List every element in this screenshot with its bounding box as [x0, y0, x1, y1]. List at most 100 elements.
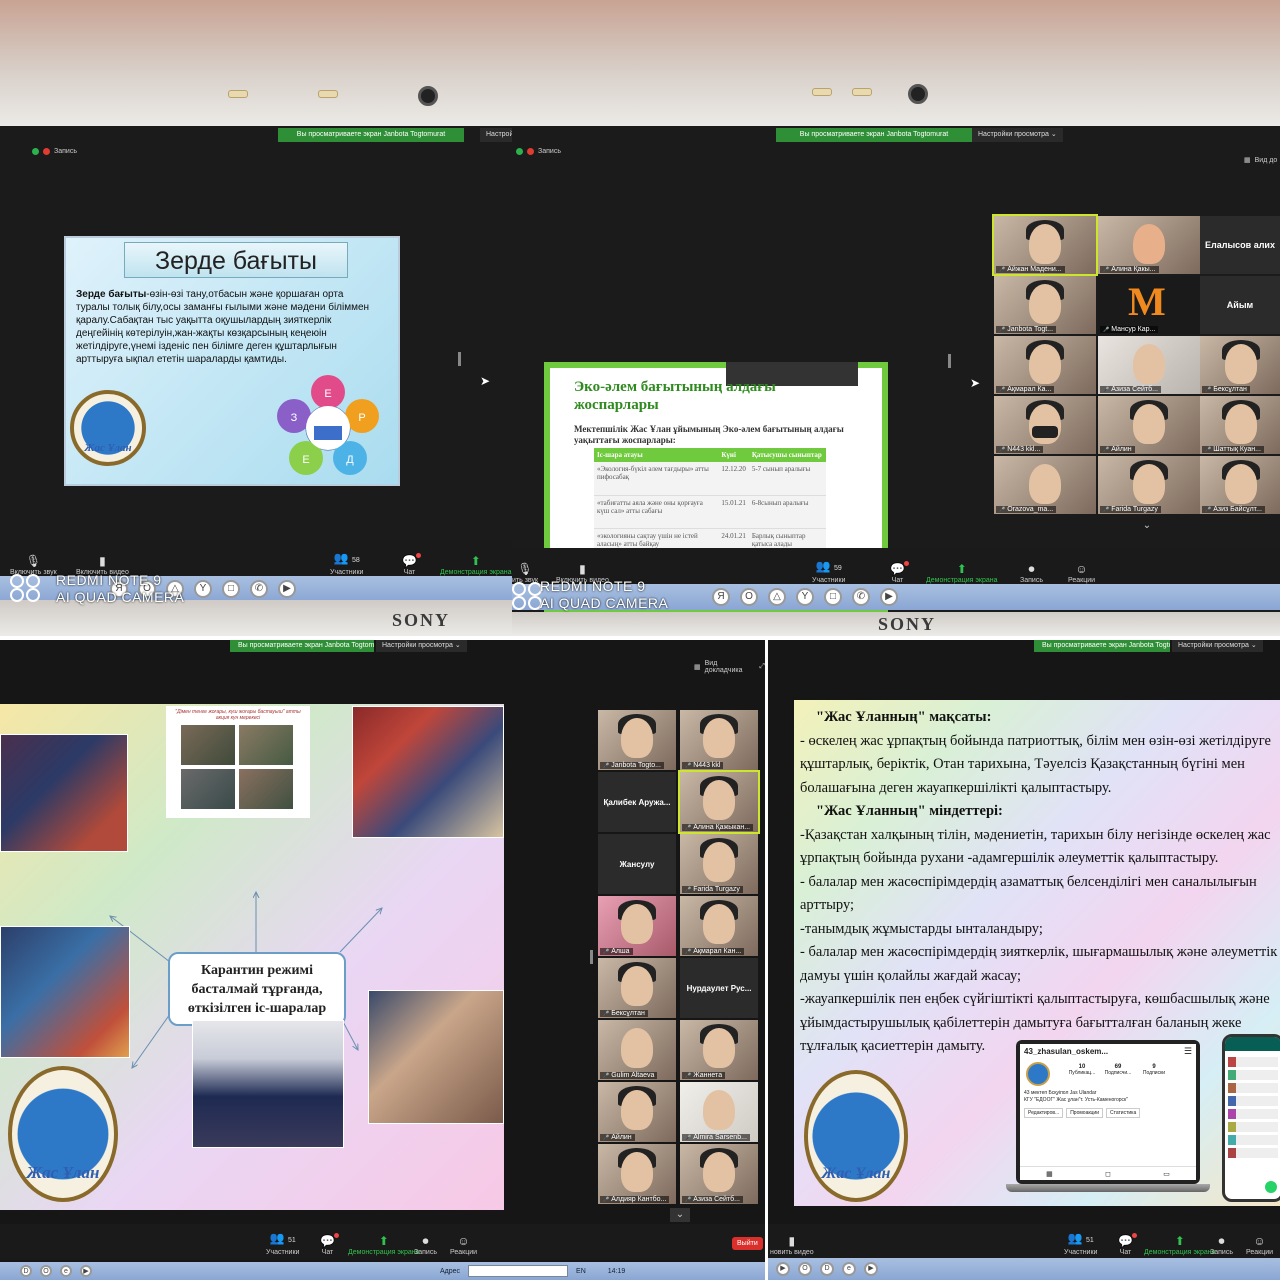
chat-fab-icon[interactable]	[1265, 1181, 1277, 1193]
chat-button[interactable]: 💬 Чат	[402, 553, 421, 576]
igtv-icon[interactable]: ▭	[1163, 1170, 1170, 1178]
share-screen-button[interactable]: ⬆ Демонстрация экрана	[440, 555, 512, 576]
app-icon[interactable]: O	[40, 1265, 52, 1277]
participant-tile[interactable]: Айым	[1200, 276, 1280, 334]
leave-button[interactable]: Выйти	[732, 1237, 763, 1250]
participant-name: Азиз Байсұлт...	[1202, 506, 1265, 513]
unmute-button[interactable]: 🎙 ить звук	[512, 563, 538, 584]
participant-tile[interactable]: Азиза Сейтб...	[680, 1144, 758, 1204]
participant-tile[interactable]: Алина Қакы...	[1098, 216, 1200, 274]
share-screen-button[interactable]: ⬆ Демонстрация экрана	[348, 1235, 420, 1256]
participants-button[interactable]: 👥 51 Участники	[1064, 1232, 1097, 1256]
app-icon[interactable]: ▶	[80, 1265, 92, 1277]
zoom-icon[interactable]: ▶	[880, 588, 898, 606]
participant-tile[interactable]: Алдияр Кантбо...	[598, 1144, 676, 1204]
participant-tile[interactable]: Азиз Байсұлт...	[1200, 456, 1280, 514]
participant-tile[interactable]: N443 kkl...	[994, 396, 1096, 454]
fullscreen-icon[interactable]: ⤢	[759, 663, 765, 671]
share-screen-button[interactable]: ⬆ Демонстрация экрана	[926, 563, 998, 584]
yandex-icon[interactable]: Y	[796, 588, 814, 606]
participant-tile[interactable]: Janbota Togt...	[994, 276, 1096, 334]
participant-tile[interactable]: Айлин	[1098, 396, 1200, 454]
app-icon[interactable]: Я	[712, 588, 730, 606]
language-indicator[interactable]: EN	[576, 1268, 586, 1275]
tagged-icon[interactable]: ◻	[1105, 1170, 1111, 1178]
app-icon[interactable]: □	[824, 588, 842, 606]
record-button[interactable]: ⏺ Запись	[1210, 1235, 1233, 1256]
splitter-handle[interactable]	[948, 354, 951, 368]
zoom-icon[interactable]: ▶	[278, 580, 296, 598]
participants-button[interactable]: 👥 59 Участники	[812, 560, 845, 584]
reactions-button[interactable]: ☺ Реакции	[1068, 563, 1095, 584]
participant-tile[interactable]: Ақмарал Кан...	[680, 896, 758, 956]
view-settings-menu[interactable]: Настройки просмотра ⌄	[376, 640, 467, 652]
start-video-button[interactable]: ▮ новить видео	[770, 1235, 814, 1256]
splitter-handle[interactable]	[458, 352, 461, 366]
reactions-button[interactable]: ☺ Реакции	[1246, 1235, 1273, 1256]
grid-icon[interactable]: ▦	[1046, 1170, 1053, 1178]
participants-button[interactable]: 👥 58 Участники	[330, 552, 363, 576]
promotions-button[interactable]: Промоакции	[1066, 1108, 1103, 1118]
participant-tile[interactable]: Almira Sarsenb...	[680, 1082, 758, 1142]
participant-tile[interactable]: Ақмарал Ка...	[994, 336, 1096, 394]
participant-tile[interactable]: Елалысов алих	[1200, 216, 1280, 274]
participant-tile[interactable]: Farida Turgazy	[1098, 456, 1200, 514]
app-icon[interactable]: e	[60, 1265, 72, 1277]
view-settings-menu[interactable]: Настройки просмотра ⌄	[1172, 640, 1263, 652]
app-icon[interactable]: e	[842, 1262, 856, 1276]
reactions-button[interactable]: ☺ Реакции	[450, 1235, 477, 1256]
participant-tile[interactable]: Айжан Мадени...	[992, 214, 1098, 276]
share-screen-button[interactable]: ⬆ Демонстрация экрана	[1144, 1235, 1216, 1256]
speaker-view-button[interactable]: ▦ Вид до	[1244, 156, 1277, 165]
record-button[interactable]: ⏺ Запись	[1020, 563, 1043, 584]
app-icon[interactable]: D	[20, 1265, 32, 1277]
participant-tile[interactable]: MМансур Кар...	[1098, 276, 1200, 334]
opera-icon[interactable]: O	[740, 588, 758, 606]
chevron-down-icon[interactable]: ⌄	[1138, 520, 1156, 532]
participant-tile[interactable]: Janbota Togto...	[598, 710, 676, 770]
chat-button[interactable]: 💬 Чат	[890, 561, 909, 584]
yandex-icon[interactable]: Y	[194, 580, 212, 598]
participant-name: Ақмарал Ка...	[996, 386, 1055, 393]
following-label: Подписки	[1142, 1070, 1166, 1076]
participant-tile[interactable]: Қалибек Аружа...	[598, 772, 676, 832]
unmute-button[interactable]: 🎙 Включить звук	[10, 555, 57, 576]
participant-tile[interactable]: Farida Turgazy	[680, 834, 758, 894]
participants-button[interactable]: 👥 51 Участники	[266, 1232, 299, 1256]
chevron-down-icon[interactable]: ⌄	[670, 1208, 690, 1222]
speaker-view-button[interactable]: ▦ Вид докладчика ⤢	[694, 660, 765, 674]
participant-tile[interactable]: Orazova_ma...	[994, 456, 1096, 514]
edit-profile-button[interactable]: Редактиров...	[1024, 1108, 1064, 1118]
menu-icon[interactable]: ☰	[1184, 1046, 1192, 1057]
view-settings-menu[interactable]: Настрой	[480, 128, 512, 142]
app-icon[interactable]: ▶	[864, 1262, 878, 1276]
address-input[interactable]	[468, 1265, 569, 1277]
participant-tile[interactable]: Жансулу	[598, 834, 676, 894]
statistics-button[interactable]: Статистика	[1106, 1108, 1141, 1118]
app-icon[interactable]: ▶	[776, 1262, 790, 1276]
view-settings-menu[interactable]: Настройки просмотра ⌄	[972, 128, 1063, 142]
participant-tile[interactable]: Алина Қажыкан...	[678, 770, 760, 834]
whatsapp-icon[interactable]: ✆	[852, 588, 870, 606]
slide-body: Зерде бағыты-өзін-өзі тану,отбасын және …	[76, 288, 376, 366]
app-icon[interactable]: △	[768, 588, 786, 606]
participant-tile[interactable]: Азиза Сейтб...	[1098, 336, 1200, 394]
participant-tile[interactable]: Айлин	[598, 1082, 676, 1142]
chat-button[interactable]: 💬 Чат	[1118, 1233, 1137, 1256]
participant-tile[interactable]: Жаннета	[680, 1020, 758, 1080]
participant-tile[interactable]: N443 kkl	[680, 710, 758, 770]
whatsapp-icon[interactable]: ✆	[250, 580, 268, 598]
chat-button[interactable]: 💬 Чат	[320, 1233, 339, 1256]
app-icon[interactable]: □	[222, 580, 240, 598]
participant-tile[interactable]: Бексұлтан	[598, 958, 676, 1018]
participant-tile[interactable]: Шаттық Куан...	[1200, 396, 1280, 454]
app-icon[interactable]: O	[798, 1262, 812, 1276]
participant-tile[interactable]: Бексұлтан	[1200, 336, 1280, 394]
participant-tile[interactable]: Gulim Altaeva	[598, 1020, 676, 1080]
participant-tile[interactable]: Нурдаулет Рус...	[680, 958, 758, 1018]
splitter-handle[interactable]	[590, 950, 593, 964]
app-icon[interactable]: D	[820, 1262, 834, 1276]
participant-tile[interactable]: Алша	[598, 896, 676, 956]
wheel-letter: З	[291, 412, 298, 424]
record-button[interactable]: ⏺ Запись	[414, 1235, 437, 1256]
